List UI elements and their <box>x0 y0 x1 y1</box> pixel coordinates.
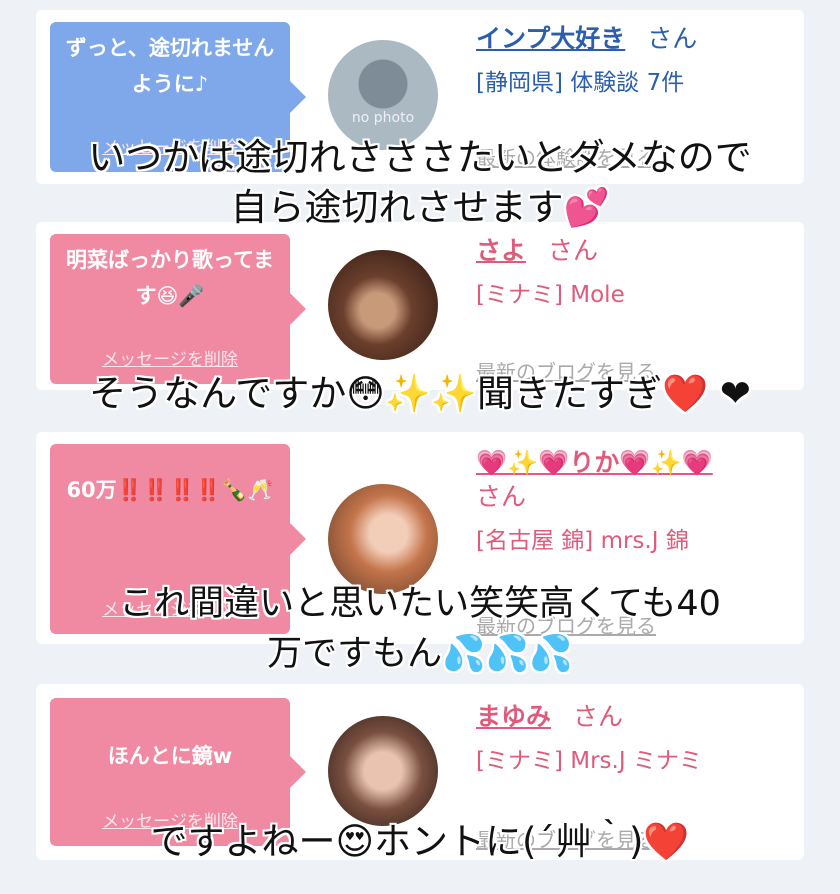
message-bubble: ずっと、途切れませんように♪ メッセージを削除 <box>50 22 306 172</box>
message-card-3: 60万‼️‼️‼️‼️🍾🥂 メッセージを削除 💗✨💗りか💗✨💗 さん [名古屋 … <box>36 432 804 644</box>
message-text: 60万‼️‼️‼️‼️🍾🥂 <box>66 478 274 502</box>
avatar[interactable] <box>328 484 438 594</box>
user-name-link[interactable]: まゆみ <box>476 702 551 731</box>
avatar[interactable] <box>328 716 438 826</box>
shop-info: [名古屋 錦] mrs.J 錦 <box>476 528 689 554</box>
honorific: さん <box>548 236 599 265</box>
user-info: さよ さん [ミナミ] Mole 最新のブログを見る <box>476 234 794 384</box>
user-name-link[interactable]: さよ <box>476 236 526 265</box>
latest-blog-link[interactable]: 最新のブログを見る <box>476 824 656 853</box>
honorific: さん <box>647 24 698 53</box>
message-bubble: 60万‼️‼️‼️‼️🍾🥂 メッセージを削除 <box>50 444 306 634</box>
latest-blog-link[interactable]: 最新のブログを見る <box>476 610 656 639</box>
shop-info: [ミナミ] Mole <box>476 282 625 308</box>
user-name-link[interactable]: 💗✨💗りか💗✨💗 <box>476 448 713 477</box>
message-text: ほんとに鏡w <box>107 744 233 768</box>
message-card-1: ずっと、途切れませんように♪ メッセージを削除 no photo インプ大好きさ… <box>36 10 804 184</box>
honorific: さん <box>476 482 527 511</box>
delete-message-link[interactable]: メッセージを削除 <box>50 350 290 370</box>
latest-blog-link[interactable]: 最新のブログを見る <box>476 356 656 385</box>
user-name-link[interactable]: インプ大好き <box>476 24 625 53</box>
shop-info: [ミナミ] Mrs.J ミナミ <box>476 748 702 774</box>
user-info: まゆみ さん [ミナミ] Mrs.J ミナミ 最新のブログを見る <box>476 700 794 852</box>
user-info: インプ大好き さん [静岡県] 体験談 7件 最新の体験談を見る <box>476 22 794 170</box>
avatar[interactable]: no photo <box>328 40 438 150</box>
message-text: ずっと、途切れませんように♪ <box>65 36 275 96</box>
message-card-2: 明菜ばっかり歌ってます😆🎤 メッセージを削除 さよ さん [ミナミ] Mole 最… <box>36 222 804 390</box>
user-info: 💗✨💗りか💗✨💗 さん [名古屋 錦] mrs.J 錦 最新のブログを見る <box>476 446 794 638</box>
message-bubble: ほんとに鏡w メッセージを削除 <box>50 698 306 846</box>
honorific: さん <box>573 702 624 731</box>
delete-message-link[interactable]: メッセージを削除 <box>50 812 290 832</box>
message-card-4: ほんとに鏡w メッセージを削除 まゆみ さん [ミナミ] Mrs.J ミナミ 最新… <box>36 684 804 860</box>
delete-message-link[interactable]: メッセージを削除 <box>50 138 290 158</box>
latest-review-link[interactable]: 最新の体験談を見る <box>476 142 656 171</box>
message-bubble: 明菜ばっかり歌ってます😆🎤 メッセージを削除 <box>50 234 306 384</box>
message-text: 明菜ばっかり歌ってます😆🎤 <box>66 248 274 308</box>
delete-message-link[interactable]: メッセージを削除 <box>50 600 290 620</box>
shop-info: [静岡県] 体験談 7件 <box>476 70 685 96</box>
avatar[interactable] <box>328 250 438 360</box>
no-photo-label: no photo <box>351 110 415 126</box>
